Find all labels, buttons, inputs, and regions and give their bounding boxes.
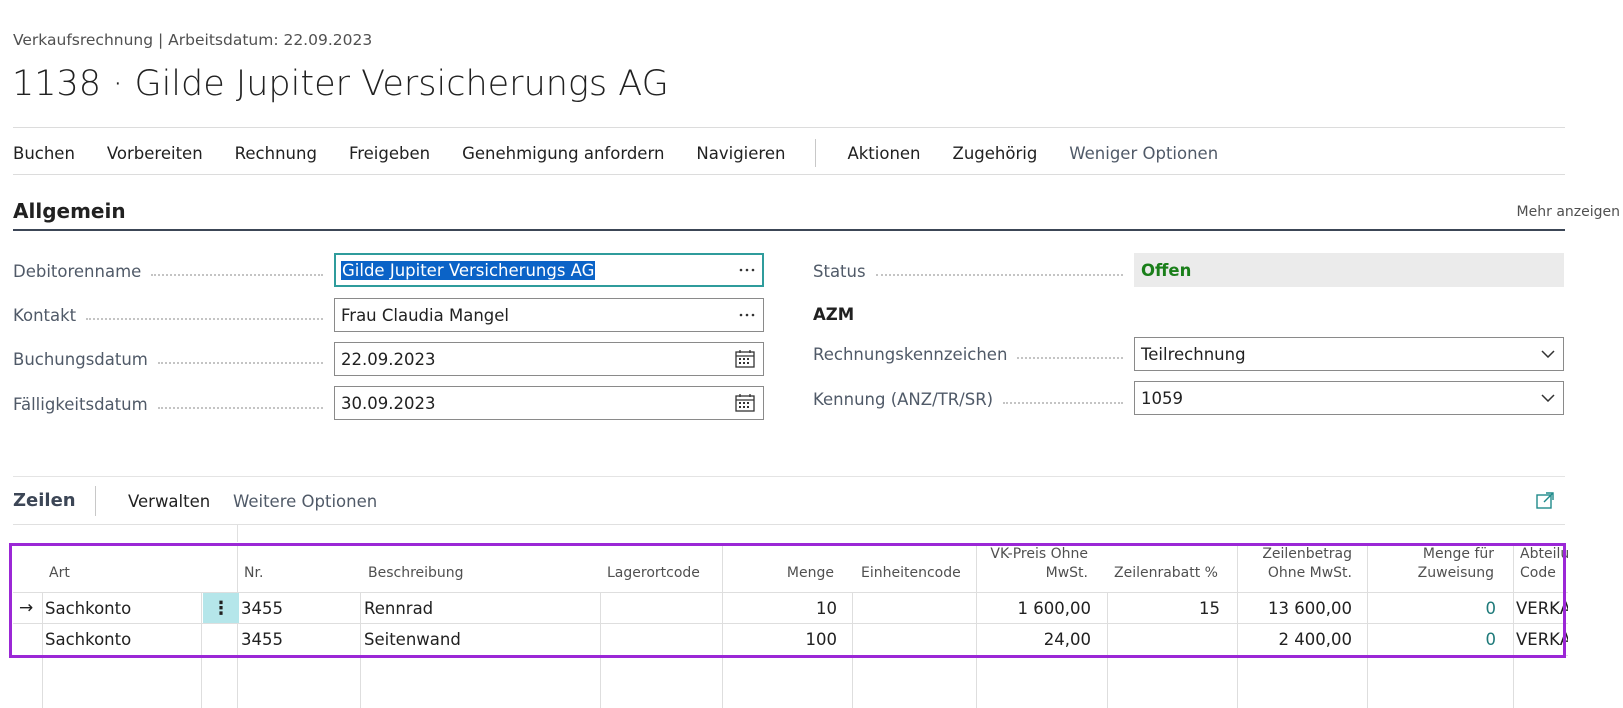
grid-col-border: [201, 592, 202, 708]
current-row-arrow-icon: →: [19, 598, 34, 618]
posting-date-field[interactable]: 22.09.2023: [334, 342, 764, 376]
field-label-debitorenname: Debitorenname: [13, 262, 331, 281]
row-2-art[interactable]: Sachkonto: [45, 624, 131, 655]
grid-col-border: [722, 543, 723, 708]
lines-grid: Art Nr. Beschreibung Lagerortcode Menge …: [13, 543, 1568, 708]
less-options-button[interactable]: Weniger Optionen: [1069, 144, 1218, 163]
grid-col-border: [600, 592, 601, 708]
col-header-abteilung[interactable]: Abteilu Code: [1520, 543, 1568, 591]
grid-col-border: [42, 592, 43, 708]
breadcrumb: Verkaufsrechnung | Arbeitsdatum: 22.09.2…: [13, 31, 373, 49]
row-2-menge[interactable]: 100: [725, 624, 838, 655]
action-buchen[interactable]: Buchen: [13, 144, 75, 163]
row-1-nr[interactable]: 3455: [241, 593, 283, 624]
contact-field[interactable]: Frau Claudia Mangel: [334, 298, 764, 332]
row-1-menge[interactable]: 10: [725, 593, 837, 624]
col-header-lagerortcode[interactable]: Lagerortcode: [607, 543, 700, 591]
manage-button[interactable]: Verwalten: [128, 492, 210, 511]
grid-col-border: [360, 592, 361, 708]
grid-col-border: [1107, 592, 1108, 708]
grid-col-border: [1237, 543, 1238, 708]
grid-col-border: [1367, 543, 1368, 708]
expand-icon[interactable]: [1536, 492, 1554, 510]
row-menu-icon[interactable]: ⋮: [203, 593, 239, 623]
action-separator: [815, 139, 817, 167]
more-options-button[interactable]: Weitere Optionen: [233, 492, 377, 511]
section-title-allgemein[interactable]: Allgemein: [13, 199, 126, 223]
azm-heading: AZM: [813, 305, 855, 324]
ellipsis-icon[interactable]: [739, 299, 755, 331]
row-1-vk-preis[interactable]: 1 600,00: [979, 593, 1091, 624]
col-header-vk-preis[interactable]: VK-Preis Ohne MwSt.: [983, 543, 1088, 591]
col-header-nr[interactable]: Nr.: [244, 543, 263, 591]
action-rechnung[interactable]: Rechnung: [235, 144, 317, 163]
action-navigieren[interactable]: Navigieren: [696, 144, 785, 163]
row-2-beschreibung[interactable]: Seitenwand: [364, 624, 461, 655]
row-1-art[interactable]: Sachkonto: [45, 593, 131, 624]
col-header-einheitencode[interactable]: Einheitencode: [861, 543, 961, 591]
chevron-down-icon[interactable]: [1541, 338, 1555, 370]
row-2-menge-zuweisung[interactable]: 0: [1370, 624, 1497, 655]
action-freigeben[interactable]: Freigeben: [349, 144, 430, 163]
col-header-menge-zuweisung[interactable]: Menge für Zuweisung: [1373, 543, 1494, 591]
action-aktionen[interactable]: Aktionen: [847, 144, 920, 163]
row-1-menge-zuweisung[interactable]: 0: [1370, 593, 1497, 624]
col-header-beschreibung[interactable]: Beschreibung: [368, 543, 464, 591]
chevron-down-icon[interactable]: [1541, 382, 1555, 414]
row-1-zeilenbetrag[interactable]: 13 600,00: [1240, 593, 1352, 624]
action-zugehoerig[interactable]: Zugehörig: [953, 144, 1038, 163]
grid-col-border: [237, 543, 238, 708]
grid-row-border: [13, 655, 1568, 656]
grid-top-border: [13, 524, 1565, 525]
calendar-icon[interactable]: [735, 343, 755, 375]
row-1-abteilung[interactable]: VERKA: [1516, 593, 1568, 624]
row-1-beschreibung[interactable]: Rennrad: [364, 593, 433, 624]
lines-separator: [95, 486, 96, 516]
row-2-vk-preis[interactable]: 24,00: [979, 624, 1091, 655]
row-2-abteilung[interactable]: VERKA: [1516, 624, 1568, 655]
field-label-buchungsdatum: Buchungsdatum: [13, 350, 331, 369]
grid-col-border: [976, 543, 977, 708]
section-underline: [13, 229, 1565, 231]
lines-title[interactable]: Zeilen: [13, 490, 76, 511]
divider: [13, 476, 1565, 477]
identifier-select[interactable]: 1059: [1134, 381, 1564, 415]
calendar-icon[interactable]: [735, 387, 755, 419]
field-label-kennung: Kennung (ANZ/TR/SR): [813, 390, 1131, 409]
action-bar: Buchen Vorbereiten Rechnung Freigeben Ge…: [13, 139, 1250, 167]
col-header-zeilenbetrag[interactable]: Zeilenbetrag Ohne MwSt.: [1243, 543, 1352, 591]
col-header-zeilenrabatt[interactable]: Zeilenrabatt %: [1113, 543, 1218, 591]
col-header-art[interactable]: Art: [49, 543, 70, 591]
field-label-kontakt: Kontakt: [13, 306, 331, 325]
due-date-field[interactable]: 30.09.2023: [334, 386, 764, 420]
field-label-status: Status: [813, 262, 1131, 281]
field-label-faelligkeitsdatum: Fälligkeitsdatum: [13, 395, 331, 414]
action-vorbereiten[interactable]: Vorbereiten: [107, 144, 203, 163]
divider: [13, 127, 1565, 128]
col-header-menge[interactable]: Menge: [728, 543, 834, 591]
field-label-rechnungskennzeichen: Rechnungskennzeichen: [813, 345, 1131, 364]
row-2-nr[interactable]: 3455: [241, 624, 283, 655]
row-2-zeilenrabatt[interactable]: [1110, 624, 1220, 655]
status-value: Offen: [1134, 253, 1564, 287]
divider: [13, 174, 1565, 175]
grid-col-border: [1513, 543, 1514, 708]
row-2-zeilenbetrag[interactable]: 2 400,00: [1240, 624, 1352, 655]
grid-header-separator: [237, 525, 238, 542]
row-1-zeilenrabatt[interactable]: 15: [1110, 593, 1220, 624]
ellipsis-icon[interactable]: [739, 254, 755, 286]
customer-name-field[interactable]: Gilde Jupiter Versicherungs AG: [334, 253, 764, 287]
page-title: 1138 · Gilde Jupiter Versicherungs AG: [12, 64, 669, 104]
grid-col-border: [852, 592, 853, 708]
invoice-flag-select[interactable]: Teilrechnung: [1134, 337, 1564, 371]
show-more-link[interactable]: Mehr anzeigen: [1517, 204, 1620, 220]
action-genehmigung-anfordern[interactable]: Genehmigung anfordern: [462, 144, 664, 163]
